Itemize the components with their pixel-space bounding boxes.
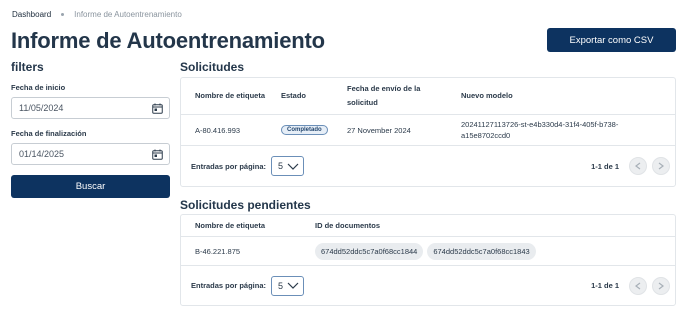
document-id-chip: 674dd52ddc5c7a0f68cc1843	[427, 242, 536, 260]
chevron-down-icon	[287, 163, 299, 170]
per-page-value: 5	[278, 280, 284, 291]
page-range: 1-1 de 1	[591, 161, 619, 171]
export-csv-button[interactable]: Exportar como CSV	[547, 28, 676, 52]
start-date-input[interactable]: 11/05/2024	[11, 97, 170, 119]
per-page-label: Entradas por página:	[191, 161, 267, 171]
column-header-status: Estado	[281, 91, 307, 100]
per-page-value: 5	[278, 161, 284, 171]
filters-title: filters	[11, 60, 44, 74]
page-title: Informe de Autoentrenamiento	[11, 28, 325, 53]
breadcrumb-separator	[61, 13, 65, 16]
requests-title: Solicitudes	[180, 60, 245, 74]
prev-page-button[interactable]	[629, 276, 647, 295]
page-range: 1-1 de 1	[591, 281, 619, 290]
pending-title: Solicitudes pendientes	[180, 198, 311, 212]
table-row[interactable]: A-80.416.993 Completado 27 November 2024…	[181, 115, 675, 146]
chevron-left-icon	[635, 162, 641, 170]
row-model: 20241127113726-st-e4b330d4-31f4-405f-b73…	[461, 120, 619, 140]
start-date-label: Fecha de inicio	[11, 83, 66, 92]
per-page-select[interactable]: 5	[271, 156, 305, 176]
column-header-label: Nombre de etiqueta	[195, 91, 266, 100]
breadcrumb-current: Informe de Autoentrenamiento	[74, 10, 182, 19]
breadcrumb: Dashboard Informe de Autoentrenamiento	[12, 10, 182, 19]
row-label: A-80.416.993	[195, 125, 241, 135]
table-header: Nombre de etiqueta ID de documentos	[181, 215, 675, 237]
calendar-icon[interactable]	[152, 103, 163, 114]
next-page-button[interactable]	[652, 276, 670, 295]
column-header-model: Nuevo modelo	[461, 91, 513, 100]
column-header-label: Nombre de etiqueta	[195, 220, 266, 230]
column-header-date: Fecha de envío de la solicitud	[347, 84, 421, 107]
breadcrumb-dashboard-link[interactable]: Dashboard	[12, 10, 51, 19]
start-date-value: 11/05/2024	[19, 103, 64, 113]
pending-table: Nombre de etiqueta ID de documentos B-46…	[180, 214, 676, 306]
chevron-right-icon	[658, 162, 664, 170]
chevron-left-icon	[635, 282, 641, 289]
status-badge: Completado	[281, 125, 328, 135]
search-button[interactable]: Buscar	[11, 175, 170, 198]
end-date-input[interactable]: 01/14/2025	[11, 143, 170, 165]
per-page-label: Entradas por página:	[191, 281, 267, 290]
filters-panel: filters Fecha de inicio 11/05/2024 Fecha…	[11, 60, 170, 198]
requests-table: Nombre de etiqueta Estado Fecha de envío…	[180, 77, 676, 187]
row-docs: 674dd52ddc5c7a0f68cc1844 674dd52ddc5c7a0…	[315, 242, 675, 260]
prev-page-button[interactable]	[629, 157, 647, 175]
document-id-chip: 674dd52ddc5c7a0f68cc1844	[315, 242, 424, 260]
chevron-down-icon	[287, 282, 299, 289]
table-header: Nombre de etiqueta Estado Fecha de envío…	[181, 78, 675, 115]
next-page-button[interactable]	[652, 157, 670, 175]
pagination: Entradas por página: 5 1-1 de 1	[181, 146, 675, 186]
pagination: Entradas por página: 5 1-1 de 1	[181, 266, 675, 305]
per-page-select[interactable]: 5	[271, 275, 305, 296]
row-date: 27 November 2024	[347, 125, 411, 135]
calendar-icon[interactable]	[152, 149, 163, 160]
chevron-right-icon	[658, 282, 664, 289]
row-label: B-46.221.875	[195, 246, 241, 256]
table-row[interactable]: B-46.221.875 674dd52ddc5c7a0f68cc1844 67…	[181, 237, 675, 266]
column-header-docs: ID de documentos	[315, 220, 381, 230]
end-date-label: Fecha de finalización	[11, 129, 87, 138]
row-status-cell: Completado	[281, 125, 347, 135]
end-date-value: 01/14/2025	[19, 149, 65, 159]
